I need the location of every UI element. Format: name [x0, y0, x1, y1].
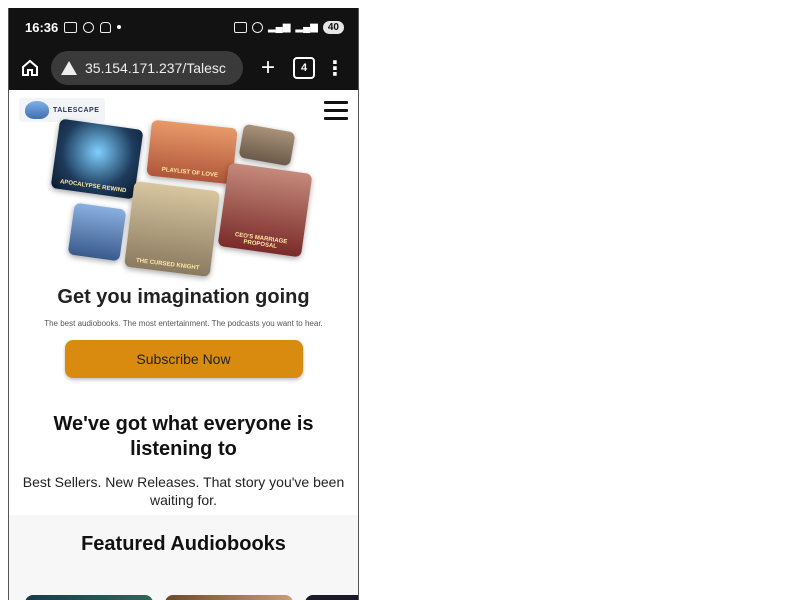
listening-title: We've got what everyone is listening to	[53, 413, 314, 460]
book-cover: THE CURSED KNIGHT	[124, 181, 220, 277]
snapchat-icon	[100, 21, 112, 33]
status-bar: 16:36 ▂▄▆ ▂▄▆ 40	[9, 8, 358, 46]
audiobook-card[interactable]	[165, 595, 293, 600]
book-cover: APOCALYPSE REWIND	[50, 118, 144, 200]
featured-section: Featured Audiobooks	[9, 515, 358, 600]
site-logo[interactable]: TALESCAPE	[19, 98, 106, 122]
address-bar[interactable]: 35.154.171.237/Talesc	[51, 51, 243, 85]
whatsapp-icon	[83, 21, 95, 33]
listening-subtitle: Best Sellers. New Releases. That story y…	[22, 474, 345, 508]
more-menu-icon[interactable]: ⋮	[325, 56, 345, 81]
hero-title: Get you imagination going	[57, 286, 310, 308]
logo-text: TALESCAPE	[53, 106, 100, 114]
book-cover	[67, 202, 127, 262]
url-text: 35.154.171.237/Talesc	[85, 60, 226, 76]
home-icon[interactable]	[19, 57, 41, 79]
book-cover-collage: APOCALYPSE REWIND PLAYLIST OF LOVE THE C…	[9, 118, 358, 280]
hotspot-icon	[251, 21, 263, 33]
audiobook-card[interactable]	[305, 595, 358, 600]
cast-icon	[233, 21, 247, 33]
status-time: 16:36	[25, 19, 59, 35]
book-cover: CEO'S MARRIAGE PROPOSAL	[217, 162, 313, 258]
not-secure-warning-icon	[61, 61, 77, 75]
book-logo-icon	[25, 101, 49, 119]
screen-record-icon	[64, 21, 78, 33]
hero-subtitle: The best audiobooks. The most entertainm…	[44, 319, 323, 328]
book-cover	[238, 123, 296, 167]
notification-dot-icon	[117, 25, 122, 29]
book-cover: PLAYLIST OF LOVE	[146, 119, 238, 185]
browser-toolbar: 35.154.171.237/Talesc + 4 ⋮	[9, 46, 358, 90]
phone-screen: 16:36 ▂▄▆ ▂▄▆ 40 35.154.171.237/Talesc +…	[8, 8, 359, 600]
subscribe-button[interactable]: Subscribe Now	[64, 340, 303, 378]
featured-title: Featured Audiobooks	[81, 533, 286, 555]
battery-icon: 40	[322, 20, 344, 34]
new-tab-plus-icon[interactable]: +	[253, 54, 283, 82]
signal-icon: ▂▄▆	[267, 21, 291, 33]
audiobook-card[interactable]	[25, 595, 153, 600]
tab-switcher-button[interactable]: 4	[293, 57, 315, 79]
hamburger-menu-icon[interactable]	[324, 100, 348, 120]
signal-icon-2: ▂▄▆	[295, 21, 318, 33]
